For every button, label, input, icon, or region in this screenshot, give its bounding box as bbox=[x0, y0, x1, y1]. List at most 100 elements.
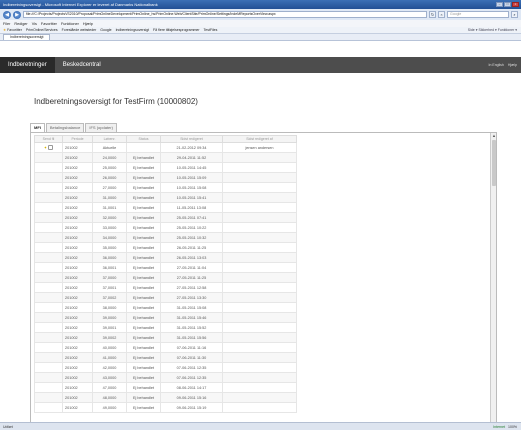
table-cell: 08-06-2011 14:17 bbox=[160, 382, 223, 393]
column-header[interactable]: Løbenr. bbox=[92, 135, 127, 143]
table-cell: Ej behandlet bbox=[126, 292, 161, 303]
vertical-scrollbar[interactable]: ▲ bbox=[490, 133, 496, 424]
table-cell bbox=[222, 332, 297, 343]
nav-indberetninger[interactable]: Indberetninger bbox=[0, 57, 55, 73]
column-header[interactable]: Sidst redigeret af bbox=[222, 135, 297, 143]
maximize-icon[interactable]: □ bbox=[504, 2, 511, 7]
table-row[interactable]: 201002 27,0000 Ej behandlet 10-05-2011 15:0… bbox=[34, 182, 297, 193]
table-row[interactable]: 201002 25,0000 Ej behandlet 10-05-2011 14:4… bbox=[34, 162, 297, 173]
help-link[interactable]: Hjælp bbox=[508, 63, 517, 67]
menu-tools[interactable]: Funktioner bbox=[61, 22, 79, 26]
table-cell: 29-04-2011 11:52 bbox=[160, 152, 223, 163]
table-cell: 09-06-2011 15:19 bbox=[160, 402, 223, 413]
menu-bar: Filer Rediger Vis Favoritter Funktioner … bbox=[0, 20, 521, 27]
menu-edit[interactable]: Rediger bbox=[14, 22, 27, 26]
command-bar[interactable]: Side ▾ Sikkerhed ▾ Funktioner ▾ bbox=[468, 28, 517, 32]
table-cell bbox=[222, 362, 297, 373]
table-cell: 201002 bbox=[62, 212, 93, 223]
refresh-icon[interactable]: ↻ bbox=[429, 11, 436, 18]
table-cell bbox=[222, 162, 297, 173]
scroll-thumb[interactable] bbox=[492, 140, 496, 186]
table-cell bbox=[34, 202, 63, 213]
favorite-link[interactable]: Få flere tilføjelsesprogrammer bbox=[153, 28, 199, 32]
table-row[interactable]: 201002 31,0001 Ej behandlet 11-05-2011 13:0… bbox=[34, 202, 297, 213]
minimize-icon[interactable]: – bbox=[496, 2, 503, 7]
table-cell: 48,0000 bbox=[92, 392, 127, 403]
tab-mfi[interactable]: MFI bbox=[30, 123, 45, 132]
table-row[interactable]: 201002 49,0000 Ej behandlet 09-06-2011 15:1… bbox=[34, 402, 297, 413]
close-icon[interactable]: × bbox=[512, 2, 519, 7]
table-cell bbox=[222, 252, 297, 263]
table-cell: 25-05-2011 10:32 bbox=[160, 232, 223, 243]
table-row[interactable]: 201002 37,0002 Ej behandlet 27-05-2011 13:3… bbox=[34, 292, 297, 303]
column-header[interactable]: Status bbox=[126, 135, 161, 143]
table-cell: 41,0000 bbox=[92, 352, 127, 363]
table-row[interactable]: 201002 38,0000 Ej behandlet 31-05-2011 15:0… bbox=[34, 302, 297, 313]
menu-favorites[interactable]: Favoritter bbox=[41, 22, 57, 26]
favorite-link[interactable]: Indberetningsoversigt bbox=[116, 28, 149, 32]
favorite-link[interactable]: TestFiles bbox=[204, 28, 218, 32]
table-row[interactable]: 201002 43,0000 Ej behandlet 07-06-2011 12:3… bbox=[34, 372, 297, 383]
table-row[interactable]: 201002 32,0000 Ej behandlet 25-05-2011 07:4… bbox=[34, 212, 297, 223]
stop-icon[interactable]: × bbox=[438, 11, 445, 18]
table-row[interactable]: 201002 33,0000 Ej behandlet 25-05-2011 10:2… bbox=[34, 222, 297, 233]
table-row[interactable]: 201002 47,0000 Ej behandlet 08-06-2011 14:1… bbox=[34, 382, 297, 393]
table-row[interactable]: 201002 48,0000 Ej behandlet 09-06-2011 15:1… bbox=[34, 392, 297, 403]
favorite-link[interactable]: Foreslåede websteder bbox=[62, 28, 97, 32]
nav-beskedcentral[interactable]: Beskedcentral bbox=[55, 57, 109, 73]
table-cell bbox=[34, 232, 63, 243]
forward-icon[interactable]: ▶ bbox=[13, 10, 21, 19]
table-cell: Ej behandlet bbox=[126, 342, 161, 353]
table-row[interactable]: 201002 36,0000 Ej behandlet 26-05-2011 13:0… bbox=[34, 252, 297, 263]
menu-file[interactable]: Filer bbox=[3, 22, 10, 26]
english-link[interactable]: In English bbox=[488, 63, 503, 67]
table-cell: 36,0001 bbox=[92, 262, 127, 273]
security-zone: Internet bbox=[493, 424, 506, 429]
table-cell bbox=[34, 362, 63, 373]
tab-betalingsbalance[interactable]: Betalingsbalance bbox=[45, 123, 85, 132]
table-cell bbox=[34, 342, 63, 353]
table-row[interactable]: 201002 39,0000 Ej behandlet 31-05-2011 15:4… bbox=[34, 312, 297, 323]
search-input[interactable]: Google bbox=[447, 11, 509, 18]
table-cell: Ej behandlet bbox=[126, 382, 161, 393]
table-row[interactable]: 201002 40,0000 Ej behandlet 07-06-2011 11:1… bbox=[34, 342, 297, 353]
table-row[interactable]: 201002 24,0000 Ej behandlet 29-04-2011 11:5… bbox=[34, 152, 297, 163]
table-row[interactable]: 201002 39,0002 Ej behandlet 31-05-2011 15:5… bbox=[34, 332, 297, 343]
table-row[interactable]: 201002 37,0001 Ej behandlet 27-05-2011 12:5… bbox=[34, 282, 297, 293]
search-icon[interactable]: ⌕ bbox=[511, 11, 518, 18]
table-row[interactable]: 201002 41,0000 Ej behandlet 07-06-2011 11:3… bbox=[34, 352, 297, 363]
favorite-link[interactable]: PrimOnline/Services bbox=[26, 28, 58, 32]
column-header[interactable]: Send fil bbox=[34, 135, 63, 143]
send-file-checkbox[interactable] bbox=[48, 145, 54, 151]
table-cell: 201002 bbox=[62, 302, 93, 313]
table-cell bbox=[222, 172, 297, 183]
table-row[interactable]: 201002 35,0000 Ej behandlet 26-05-2011 11:2… bbox=[34, 242, 297, 253]
menu-help[interactable]: Hjælp bbox=[83, 22, 93, 26]
favorites-button[interactable]: ★ Favoritter bbox=[3, 28, 22, 32]
table-row[interactable]: 201002 39,0001 Ej behandlet 31-05-2011 15:5… bbox=[34, 322, 297, 333]
table-row[interactable]: 201002 34,0000 Ej behandlet 25-05-2011 10:3… bbox=[34, 232, 297, 243]
column-header[interactable]: Sidst redigeret bbox=[160, 135, 223, 143]
scroll-up-icon[interactable]: ▲ bbox=[491, 133, 496, 139]
zoom-level[interactable]: 100% bbox=[508, 425, 517, 429]
table-row[interactable]: 201002 37,0000 Ej behandlet 27-05-2011 11:2… bbox=[34, 272, 297, 283]
table-cell bbox=[34, 392, 63, 403]
table-row[interactable]: 201002 42,0000 Ej behandlet 07-06-2011 12:3… bbox=[34, 362, 297, 373]
table-row[interactable]: 201002 31,0000 Ej behandlet 10-05-2011 15:4… bbox=[34, 192, 297, 203]
table-cell bbox=[222, 302, 297, 313]
back-icon[interactable]: ◀ bbox=[3, 10, 11, 19]
browser-tab[interactable]: Indberetningsoversigt bbox=[3, 34, 51, 40]
table-cell bbox=[34, 212, 63, 223]
table-row[interactable]: 201002 36,0001 Ej behandlet 27-05-2011 11:0… bbox=[34, 262, 297, 273]
menu-view[interactable]: Vis bbox=[32, 22, 37, 26]
table-row[interactable]: ✦ 201002 Aktuelle 21-02-2012 09:34 jensen a… bbox=[34, 142, 297, 153]
tab-ifs[interactable]: IFS (opdater) bbox=[85, 123, 117, 132]
table-cell: Ej behandlet bbox=[126, 182, 161, 193]
table-cell: 31-05-2011 15:08 bbox=[160, 302, 223, 313]
table-cell: 27-05-2011 11:25 bbox=[160, 272, 223, 283]
address-bar[interactable]: file:///C:/Projects/ProjectsVS2010/Propo… bbox=[23, 11, 427, 18]
table-row[interactable]: 201002 26,0000 Ej behandlet 10-05-2011 15:0… bbox=[34, 172, 297, 183]
table-cell: Ej behandlet bbox=[126, 272, 161, 283]
column-header[interactable]: Periode bbox=[62, 135, 93, 143]
favorite-link[interactable]: Google bbox=[100, 28, 111, 32]
